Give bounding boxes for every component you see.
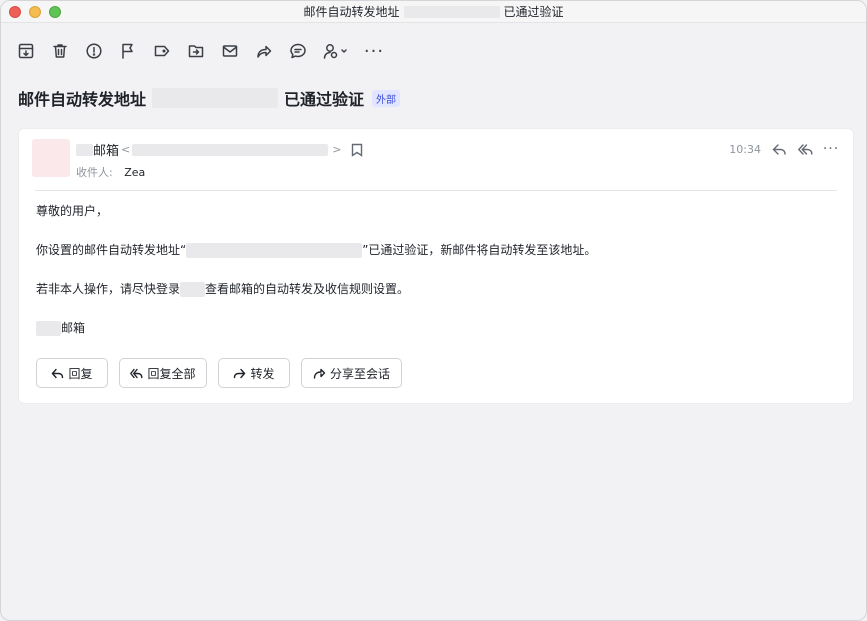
subject-prefix: 邮件自动转发地址	[18, 90, 147, 109]
mail-window: 邮件自动转发地址 已通过验证 ··· 邮件自动转发地址 已通过验证 外部 邮箱 …	[0, 0, 867, 621]
message-time: 10:34	[729, 142, 761, 156]
message-body: 尊敬的用户， 你设置的邮件自动转发地址“ ”已通过验证，新邮件将自动转发至该地址…	[36, 203, 836, 359]
body-line-2: 若非本人操作，请尽快登录 查看邮箱的自动转发及收信规则设置。	[36, 281, 836, 298]
window-controls	[9, 6, 61, 18]
reply-icon	[772, 143, 786, 155]
subject-suffix: 已通过验证	[284, 90, 365, 109]
signature-redacted	[36, 321, 61, 336]
bookmark-icon	[352, 143, 363, 157]
body-line-1: 你设置的邮件自动转发地址“ ”已通过验证，新邮件将自动转发至该地址。	[36, 242, 836, 259]
sender-addr-open: <	[121, 143, 131, 156]
close-window-button[interactable]	[9, 6, 21, 18]
delete-button[interactable]	[49, 40, 71, 62]
share-label: 分享至会话	[329, 366, 390, 381]
sender-name: 邮箱	[93, 144, 120, 159]
message-actions: 回复 回复全部 转发 分享至会话	[36, 358, 402, 388]
forward-icon	[234, 368, 246, 378]
quick-reply-button[interactable]	[771, 141, 787, 157]
recipient-line: 收件人: Zea	[76, 164, 145, 180]
forward-label: 转发	[250, 366, 275, 381]
toolbar: ···	[15, 39, 397, 63]
header-divider	[35, 190, 837, 191]
report-spam-button[interactable]	[83, 40, 105, 62]
line2-prefix: 若非本人操作，请尽快登录	[36, 282, 181, 296]
archive-icon	[18, 43, 34, 59]
sender[interactable]: 邮箱 < >	[76, 140, 365, 159]
minimize-window-button[interactable]	[29, 6, 41, 18]
mark-read-icon	[222, 45, 238, 57]
trash-icon	[53, 44, 67, 58]
label-icon	[154, 45, 170, 57]
spam-icon	[86, 43, 102, 59]
sender-addr-close: >	[332, 143, 342, 156]
recipient-name[interactable]: Zea	[124, 166, 145, 179]
quick-reply-all-button[interactable]	[797, 141, 813, 157]
share-icon	[313, 368, 326, 379]
signature-text: 邮箱	[61, 321, 86, 335]
more-icon: ···	[822, 141, 840, 157]
subject-redacted-address	[152, 88, 279, 108]
label-button[interactable]	[151, 40, 173, 62]
message-meta: 10:34 ···	[729, 141, 839, 157]
share-icon	[257, 45, 272, 58]
reply-all-icon	[797, 143, 812, 155]
move-folder-icon	[188, 45, 204, 58]
reply-button[interactable]: 回复	[36, 358, 108, 388]
body-redacted-service	[180, 282, 206, 297]
external-badge: 外部	[372, 89, 401, 107]
comment-button[interactable]	[287, 40, 309, 62]
reply-icon	[52, 368, 64, 378]
share-button[interactable]	[253, 40, 275, 62]
zoom-window-button[interactable]	[49, 6, 61, 18]
reply-all-button[interactable]: 回复全部	[119, 358, 207, 388]
flag-button[interactable]	[117, 40, 139, 62]
bookmark-button[interactable]	[351, 143, 365, 157]
contact-settings-button[interactable]	[321, 40, 351, 62]
archive-button[interactable]	[15, 40, 37, 62]
greeting-text: 尊敬的用户，	[36, 204, 109, 218]
body-greeting: 尊敬的用户，	[36, 203, 836, 220]
flag-icon	[122, 43, 133, 59]
body-redacted-address	[186, 243, 363, 258]
window-title-prefix: 邮件自动转发地址	[303, 5, 400, 19]
message-more-button[interactable]: ···	[823, 141, 839, 157]
reply-all-label: 回复全部	[147, 366, 196, 381]
sender-redacted-address	[132, 143, 329, 156]
mail-subject: 邮件自动转发地址 已通过验证 外部	[18, 86, 401, 110]
contact-settings-icon	[323, 44, 347, 59]
comment-icon	[290, 43, 306, 59]
sender-redacted-prefix	[76, 143, 93, 156]
window-title-suffix: 已通过验证	[503, 5, 564, 19]
avatar[interactable]	[32, 139, 70, 177]
message-card: 邮箱 < > 收件人: Zea 10:34 ··· 尊敬的用户， 你设置的邮件自…	[18, 128, 854, 404]
body-signature: 邮箱	[36, 320, 836, 337]
recipient-label: 收件人:	[76, 166, 113, 179]
share-to-chat-button[interactable]: 分享至会话	[301, 358, 402, 388]
reply-all-icon	[130, 368, 143, 378]
mark-read-button[interactable]	[219, 40, 241, 62]
title-bar: 邮件自动转发地址 已通过验证	[1, 1, 866, 23]
window-title: 邮件自动转发地址 已通过验证	[303, 3, 563, 20]
redacted-address	[403, 5, 500, 18]
line1-prefix: 你设置的邮件自动转发地址“	[36, 243, 187, 257]
more-icon: ···	[363, 40, 385, 62]
line1-suffix: ”已通过验证，新邮件将自动转发至该地址。	[362, 243, 597, 257]
forward-button[interactable]: 转发	[218, 358, 290, 388]
more-actions-button[interactable]: ···	[363, 40, 385, 62]
move-to-folder-button[interactable]	[185, 40, 207, 62]
line2-suffix: 查看邮箱的自动转发及收信规则设置。	[205, 282, 410, 296]
reply-label: 回复	[68, 366, 93, 381]
